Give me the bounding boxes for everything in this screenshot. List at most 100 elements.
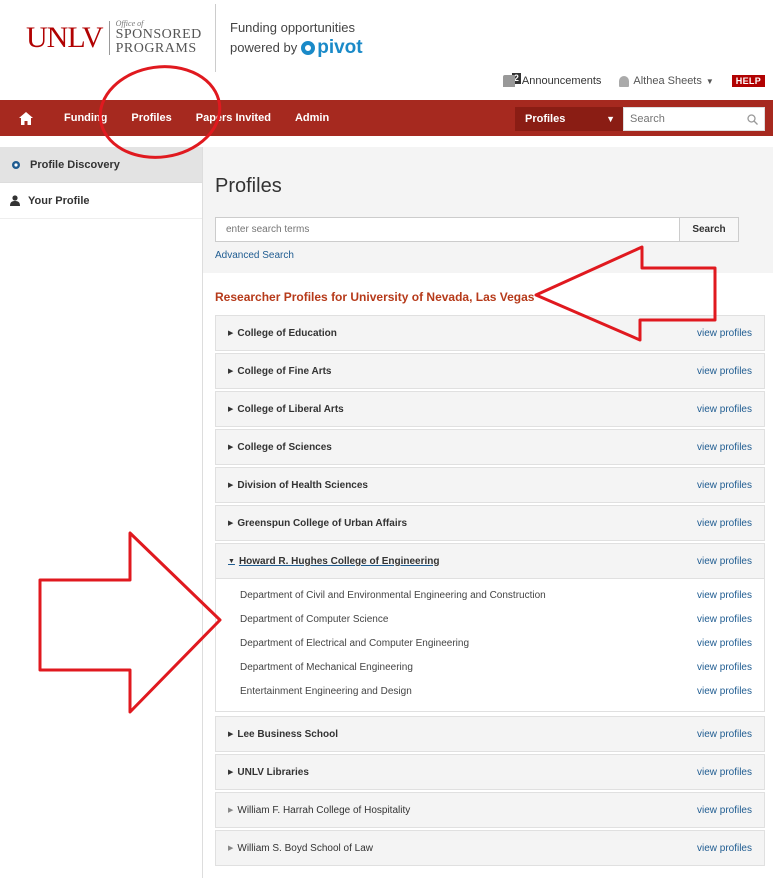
help-button[interactable]: HELP bbox=[731, 75, 765, 87]
announcements-link[interactable]: 2 Announcements bbox=[502, 72, 602, 87]
user-icon bbox=[619, 75, 630, 87]
sidebar-item-label: Your Profile bbox=[28, 194, 90, 207]
pivot-logo[interactable]: pivot bbox=[301, 37, 363, 58]
view-profiles-link[interactable]: view profiles bbox=[697, 662, 752, 673]
view-profiles-link[interactable]: view profiles bbox=[697, 638, 752, 649]
caret-right-icon: ▶ bbox=[228, 330, 234, 337]
college-label: Lee Business School bbox=[237, 728, 338, 740]
college-label: William S. Boyd School of Law bbox=[237, 842, 374, 854]
college-label: College of Fine Arts bbox=[237, 365, 332, 377]
nav-profiles[interactable]: Profiles bbox=[119, 100, 183, 136]
view-profiles-link[interactable]: view profiles bbox=[697, 442, 752, 453]
college-label: Greenspun College of Urban Affairs bbox=[237, 517, 408, 529]
header-divider bbox=[215, 4, 216, 72]
chevron-down-icon: ▼ bbox=[606, 114, 615, 124]
user-menu[interactable]: Althea Sheets ▼ bbox=[619, 75, 714, 87]
main-content: Profiles Search Advanced Search Research… bbox=[203, 147, 773, 878]
page-title: Profiles bbox=[215, 175, 282, 197]
college-name: ▶ College of Sciences bbox=[228, 442, 332, 453]
view-profiles-link[interactable]: view profiles bbox=[697, 843, 752, 854]
search-scope-value: Profiles bbox=[525, 113, 566, 125]
college-name: ▶ College of Liberal Arts bbox=[228, 404, 344, 415]
view-profiles-link[interactable]: view profiles bbox=[697, 805, 752, 816]
college-name: ▶ College of Education bbox=[228, 328, 337, 339]
college-list: ▶ College of Education view profiles ▶ Coll… bbox=[215, 315, 765, 868]
college-name: ▶ William F. Harrah College of Hospitalit… bbox=[228, 805, 410, 816]
profiles-search-input[interactable] bbox=[215, 217, 680, 242]
college-row-expanded[interactable]: ▼ Howard R. Hughes College of Engineering… bbox=[215, 543, 765, 579]
caret-right-icon: ▶ bbox=[228, 406, 234, 413]
college-row[interactable]: ▶ College of Fine Arts view profiles bbox=[215, 353, 765, 389]
college-row[interactable]: ▶ Greenspun College of Urban Affairs view … bbox=[215, 505, 765, 541]
college-row[interactable]: ▶ Lee Business School view profiles bbox=[215, 716, 765, 752]
view-profiles-link[interactable]: view profiles bbox=[697, 404, 752, 415]
profiles-search-row: Search bbox=[215, 217, 773, 242]
profiles-search-button[interactable]: Search bbox=[679, 217, 739, 242]
college-row[interactable]: ▶ College of Liberal Arts view profiles bbox=[215, 391, 765, 427]
nav-papers-invited[interactable]: Papers Invited bbox=[184, 100, 283, 136]
sidebar-item-profile-discovery[interactable]: Profile Discovery bbox=[0, 147, 202, 183]
pivot-logo-text: pivot bbox=[317, 37, 363, 58]
college-row[interactable]: ▶ UNLV Libraries view profiles bbox=[215, 754, 765, 790]
announcements-label: Announcements bbox=[521, 75, 602, 87]
search-icon[interactable] bbox=[747, 113, 758, 125]
department-label: Department of Electrical and Computer En… bbox=[240, 637, 470, 649]
search-scope-select[interactable]: Profiles ▼ bbox=[515, 107, 623, 131]
view-profiles-link[interactable]: view profiles bbox=[697, 366, 752, 377]
caret-right-icon: ▶ bbox=[228, 520, 234, 527]
department-row: Department of Civil and Environmental En… bbox=[216, 583, 764, 607]
department-row: Department of Computer Science view profi… bbox=[216, 607, 764, 631]
nav-funding[interactable]: Funding bbox=[52, 100, 119, 136]
college-name: ▶ College of Fine Arts bbox=[228, 366, 331, 377]
view-profiles-link[interactable]: view profiles bbox=[697, 518, 752, 529]
view-profiles-link[interactable]: view profiles bbox=[697, 686, 752, 697]
tagline: Funding opportunities powered by pivot bbox=[230, 18, 363, 58]
department-label: Department of Civil and Environmental En… bbox=[240, 589, 546, 601]
college-row[interactable]: ▶ College of Sciences view profiles bbox=[215, 429, 765, 465]
college-row[interactable]: ▶ College of Education view profiles bbox=[215, 315, 765, 351]
college-name: ▼ Howard R. Hughes College of Engineering bbox=[228, 556, 440, 567]
pivot-circle-icon bbox=[301, 41, 316, 55]
view-profiles-link[interactable]: view profiles bbox=[697, 767, 752, 778]
caret-right-icon: ▶ bbox=[228, 807, 234, 814]
department-row: Entertainment Engineering and Design view… bbox=[216, 679, 764, 703]
department-row: Department of Mechanical Engineering view… bbox=[216, 655, 764, 679]
logo-programs: PROGRAMS bbox=[115, 41, 197, 56]
view-profiles-link[interactable]: view profiles bbox=[697, 729, 752, 740]
caret-right-icon: ▶ bbox=[228, 731, 234, 738]
department-label: Department of Mechanical Engineering bbox=[240, 661, 413, 673]
college-name: ▶ Division of Health Sciences bbox=[228, 480, 368, 491]
sidebar-item-your-profile[interactable]: Your Profile bbox=[0, 183, 202, 219]
powered-by-label: powered by bbox=[230, 40, 298, 55]
unlv-osp-logo[interactable]: UNLV Office of SPONSORED PROGRAMS bbox=[26, 20, 202, 56]
view-profiles-link[interactable]: view profiles bbox=[697, 328, 752, 339]
college-row[interactable]: ▶ Division of Health Sciences view profile… bbox=[215, 467, 765, 503]
caret-right-icon: ▶ bbox=[228, 769, 234, 776]
main-navbar: Funding Profiles Papers Invited Admin Pr… bbox=[0, 100, 773, 136]
home-icon bbox=[19, 111, 33, 125]
home-button[interactable] bbox=[0, 100, 52, 136]
sidebar-blank bbox=[0, 219, 202, 878]
view-profiles-link[interactable]: view profiles bbox=[697, 590, 752, 601]
caret-right-icon: ▶ bbox=[228, 482, 234, 489]
sidebar: Profile Discovery Your Profile bbox=[0, 147, 203, 878]
view-profiles-link[interactable]: view profiles bbox=[697, 480, 752, 491]
view-profiles-link[interactable]: view profiles bbox=[697, 556, 752, 567]
nav-admin[interactable]: Admin bbox=[283, 100, 341, 136]
caret-right-icon: ▶ bbox=[228, 368, 234, 375]
tagline-line1: Funding opportunities bbox=[230, 20, 356, 35]
nav-search-box bbox=[623, 107, 765, 131]
eye-icon bbox=[12, 160, 20, 169]
department-list: Department of Civil and Environmental En… bbox=[215, 579, 765, 712]
header: UNLV Office of SPONSORED PROGRAMS Fundin… bbox=[0, 0, 773, 100]
department-label: Entertainment Engineering and Design bbox=[240, 685, 412, 697]
view-profiles-link[interactable]: view profiles bbox=[697, 614, 752, 625]
college-label: College of Education bbox=[237, 327, 337, 339]
logo-sponsored: SPONSORED bbox=[115, 27, 202, 42]
college-row[interactable]: ▶ William F. Harrah College of Hospitalit… bbox=[215, 792, 765, 828]
nav-search-input[interactable] bbox=[630, 113, 740, 125]
college-row[interactable]: ▶ William S. Boyd School of Law view profi… bbox=[215, 830, 765, 866]
utility-bar: 2 Announcements Althea Sheets ▼ HELP bbox=[502, 72, 765, 87]
advanced-search-link[interactable]: Advanced Search bbox=[215, 250, 773, 261]
caret-right-icon: ▶ bbox=[228, 444, 234, 451]
